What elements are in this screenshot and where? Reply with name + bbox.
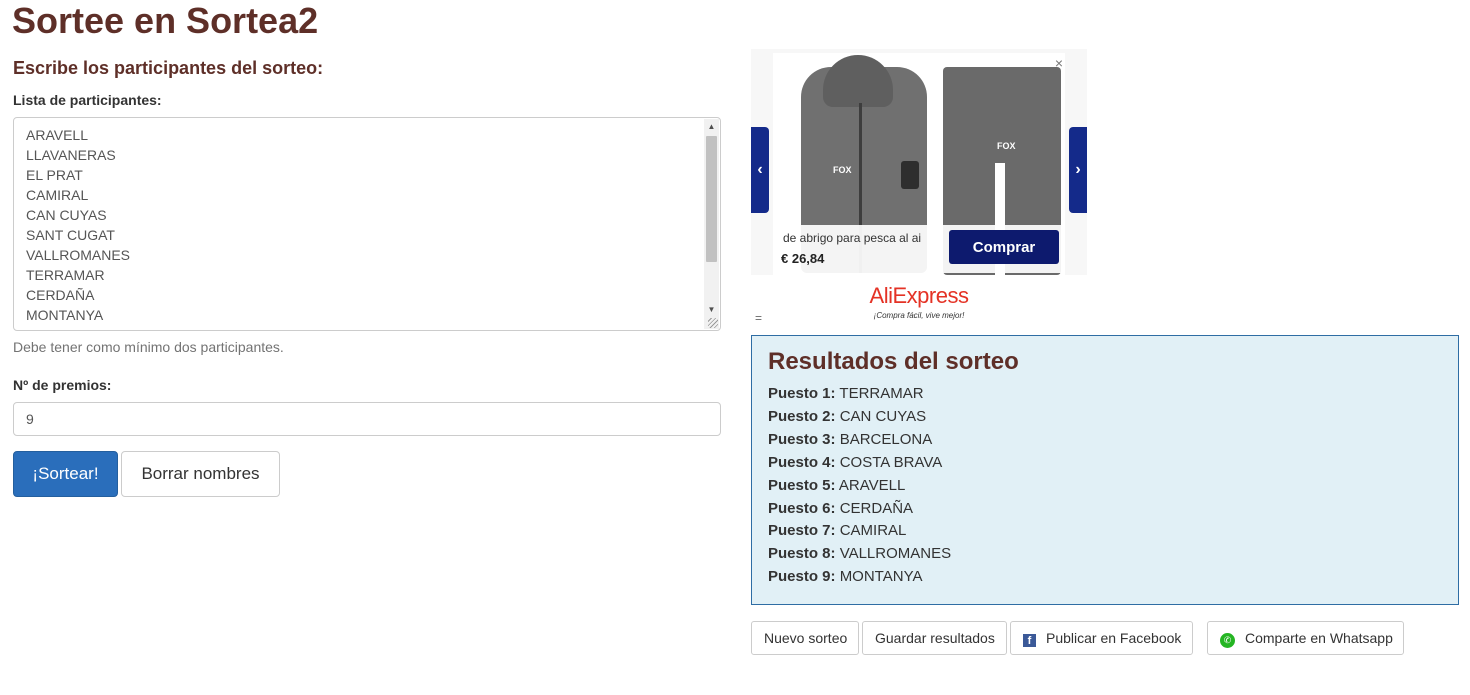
result-position-label: Puesto 9: (768, 568, 836, 586)
result-item: Puesto 2: CAN CUYAS (768, 406, 951, 429)
whatsapp-icon: ✆ (1220, 633, 1235, 648)
ad-menu-icon[interactable]: = (755, 311, 762, 325)
help-text: Debe tener como mínimo dos participantes… (13, 339, 284, 355)
whatsapp-share-label: Comparte en Whatsapp (1245, 630, 1393, 646)
page-title: Sortee en Sortea2 (12, 0, 319, 41)
result-winner-name: VALLROMANES (839, 545, 952, 563)
ad-close-icon[interactable]: × (1055, 55, 1063, 71)
participant-item: EL PRAT (26, 167, 83, 183)
participant-item: CAN CUYAS (26, 207, 107, 223)
result-item: Puesto 4: COSTA BRAVA (768, 452, 951, 475)
result-position-label: Puesto 8: (768, 545, 836, 563)
facebook-icon: f (1023, 634, 1036, 647)
participants-list: ARAVELL LLAVANERAS EL PRAT CAMIRAL CAN CUYAS… (26, 125, 130, 330)
ad-slogan: ¡Compra fácil, vive mejor! (873, 311, 965, 320)
jacket-hood-image (823, 55, 893, 107)
result-position-label: Puesto 4: (768, 453, 836, 471)
result-item: Puesto 7: CAMIRAL (768, 520, 951, 543)
scroll-down-icon[interactable]: ▼ (704, 302, 719, 317)
result-winner-name: BARCELONA (839, 430, 933, 448)
participant-item: CERDAÑA (26, 287, 95, 303)
jacket-badge-icon (901, 161, 919, 189)
participant-item: VALLROMANES (26, 247, 130, 263)
scroll-up-icon[interactable]: ▲ (704, 119, 719, 134)
new-draw-button[interactable]: Nuevo sorteo (751, 621, 859, 655)
result-position-label: Puesto 2: (768, 407, 836, 425)
save-results-button[interactable]: Guardar resultados (862, 621, 1007, 655)
ad-brand-logo[interactable]: AliExpress (751, 283, 1087, 309)
participants-scrollbar[interactable]: ▲ ▼ (704, 119, 719, 329)
resize-grip-icon[interactable] (708, 318, 718, 328)
results-list: Puesto 1: TERRAMAR Puesto 2: CAN CUYAS Pue… (768, 383, 951, 589)
result-winner-name: CAN CUYAS (839, 407, 927, 425)
result-position-label: Puesto 1: (768, 385, 836, 402)
result-position-label: Puesto 6: (768, 499, 836, 517)
result-winner-name: ARAVELL (838, 476, 906, 494)
ad-buy-button[interactable]: Comprar (949, 230, 1059, 264)
ad-footer: AliExpress ¡Compra fácil, vive mejor! = (751, 275, 1087, 329)
participant-item: TERRAMAR (26, 267, 105, 283)
participant-item: SANT CUGAT (26, 227, 115, 243)
participant-item: ARAVELL (26, 127, 88, 143)
result-item: Puesto 8: VALLROMANES (768, 543, 951, 566)
scroll-thumb[interactable] (706, 136, 717, 262)
result-item: Puesto 6: CERDAÑA (768, 498, 951, 521)
jacket-logo: FOX (833, 165, 852, 175)
ad-prev-arrow-icon[interactable]: ‹ (751, 127, 769, 213)
result-item: Puesto 3: BARCELONA (768, 429, 951, 452)
ad-caption: de abrigo para pesca al ai € 26,84 Compr… (773, 225, 1065, 273)
ad-banner[interactable]: FOX FOX × ‹ › de abrigo para pesca al ai… (751, 49, 1087, 329)
result-winner-name: CAMIRAL (839, 522, 907, 540)
participant-item: MONTANYA (26, 307, 104, 323)
ad-price: € 26,84 (781, 251, 825, 266)
result-item: Puesto 1: TERRAMAR (768, 383, 951, 406)
result-winner-name: MONTANYA (839, 568, 923, 586)
facebook-share-button[interactable]: f Publicar en Facebook (1010, 621, 1193, 655)
result-position-label: Puesto 3: (768, 430, 836, 448)
result-winner-name: COSTA BRAVA (839, 453, 943, 471)
results-title: Resultados del sorteo (768, 348, 1019, 375)
results-panel: Resultados del sorteo Puesto 1: TERRAMAR… (751, 335, 1459, 605)
prizes-input[interactable] (13, 402, 721, 436)
participant-item: CAMIRAL (26, 187, 89, 203)
result-position-label: Puesto 7: (768, 522, 836, 540)
section-heading: Escribe los participantes del sorteo: (13, 58, 324, 78)
participant-item: COSTA BRAVA (26, 325, 130, 330)
whatsapp-share-button[interactable]: ✆ Comparte en Whatsapp (1207, 621, 1404, 655)
result-winner-name: CERDAÑA (839, 499, 914, 517)
result-position-label: Puesto 5: (768, 476, 836, 494)
result-item: Puesto 9: MONTANYA (768, 566, 951, 589)
ad-product-text: de abrigo para pesca al ai (783, 231, 922, 245)
participants-label: Lista de participantes: (13, 92, 162, 108)
ad-next-arrow-icon[interactable]: › (1069, 127, 1087, 213)
result-winner-name: TERRAMAR (839, 385, 924, 402)
clear-names-button[interactable]: Borrar nombres (121, 451, 280, 497)
result-item: Puesto 5: ARAVELL (768, 475, 951, 498)
participant-item: LLAVANERAS (26, 147, 116, 163)
facebook-share-label: Publicar en Facebook (1046, 630, 1182, 646)
participants-textarea[interactable]: ARAVELL LLAVANERAS EL PRAT CAMIRAL CAN CUYAS… (13, 117, 721, 331)
pants-logo: FOX (997, 141, 1016, 151)
prizes-label: Nº de premios: (13, 377, 112, 393)
draw-button[interactable]: ¡Sortear! (13, 451, 118, 497)
